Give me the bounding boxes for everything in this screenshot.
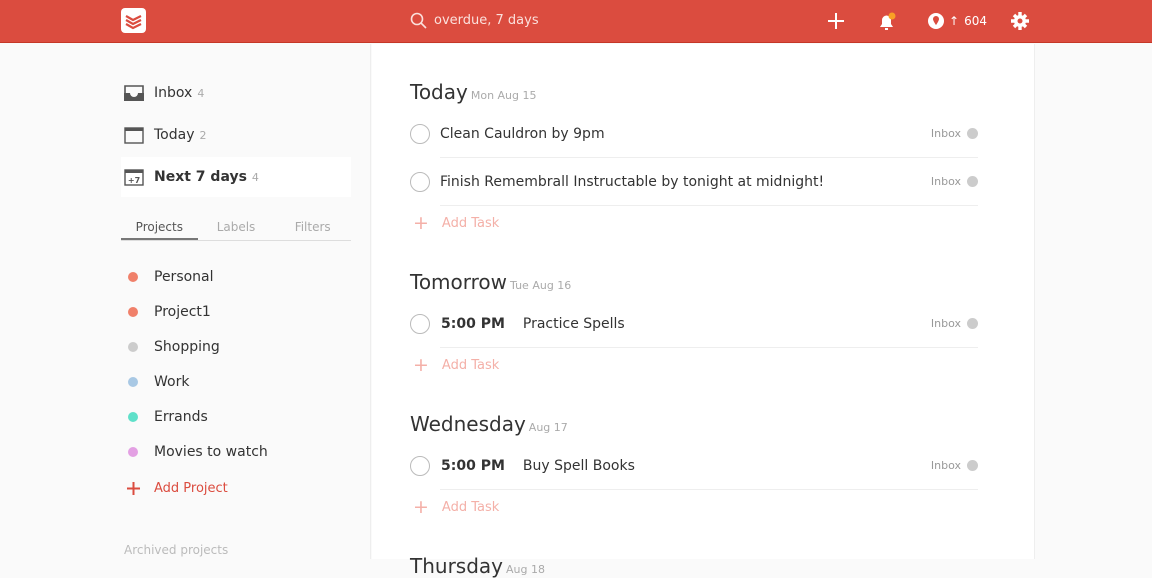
calendar-icon xyxy=(124,127,144,144)
search-input[interactable]: overdue, 7 days xyxy=(410,12,539,29)
nav-next-7-days[interactable]: +7 Next 7 days 4 xyxy=(121,157,351,197)
project-item[interactable]: Movies to watch xyxy=(128,444,268,460)
task-item[interactable]: Finish Remembrall Instructable by tonigh… xyxy=(410,158,978,206)
task-project[interactable]: Inbox xyxy=(931,459,961,472)
search-icon xyxy=(410,12,427,29)
calendar-plus7-icon: +7 xyxy=(124,169,144,186)
karma-button[interactable]: ↑ 604 xyxy=(928,13,987,29)
add-task-button[interactable]: + Add Task xyxy=(413,354,499,376)
project-name: Work xyxy=(154,374,190,390)
project-name: Project1 xyxy=(154,304,211,320)
app-logo[interactable] xyxy=(121,8,146,33)
main-content: Today Mon Aug 15 Clean Cauldron by 9pm Inbo… xyxy=(372,44,1035,578)
add-icon[interactable] xyxy=(827,12,845,30)
gear-icon[interactable] xyxy=(1011,12,1029,30)
tab-labels[interactable]: Labels xyxy=(198,220,275,240)
day-header: Wednesday Aug 17 xyxy=(410,412,568,436)
sidebar: Inbox 4 Today 2 +7 Next 7 days 4 Projects L… xyxy=(0,44,371,559)
bell-icon[interactable] xyxy=(877,12,897,32)
plus-icon xyxy=(127,482,140,495)
task-project[interactable]: Inbox xyxy=(931,127,961,140)
project-color-dot xyxy=(128,412,138,422)
project-item[interactable]: Personal xyxy=(128,269,214,285)
day-header: Tomorrow Tue Aug 16 xyxy=(410,270,572,294)
task-time: 5:00 PM xyxy=(441,315,505,332)
task-text: Finish Remembrall Instructable by tonigh… xyxy=(440,173,825,190)
plus-icon: + xyxy=(413,212,429,234)
inbox-icon xyxy=(124,85,144,101)
project-name: Personal xyxy=(154,269,214,285)
project-color-dot xyxy=(967,460,978,471)
project-color-dot xyxy=(128,447,138,457)
task-item[interactable]: Clean Cauldron by 9pm Inbox xyxy=(410,110,978,158)
svg-text:+7: +7 xyxy=(128,176,140,185)
task-item[interactable]: 5:00 PM Practice Spells Inbox xyxy=(410,300,978,348)
project-color-dot xyxy=(967,176,978,187)
project-item[interactable]: Errands xyxy=(128,409,208,425)
day-header: Today Mon Aug 15 xyxy=(410,80,537,104)
task-checkbox[interactable] xyxy=(410,124,430,144)
task-project[interactable]: Inbox xyxy=(931,175,961,188)
day-date: Mon Aug 15 xyxy=(470,89,537,102)
day-date: Aug 17 xyxy=(528,421,568,434)
day-header: Thursday Aug 18 xyxy=(410,554,545,578)
plus-icon: + xyxy=(413,496,429,518)
nav-inbox[interactable]: Inbox 4 xyxy=(121,73,351,113)
archived-projects-link[interactable]: Archived projects xyxy=(124,543,228,557)
task-text: Practice Spells xyxy=(522,315,625,332)
top-bar: overdue, 7 days ↑ 604 xyxy=(0,0,1152,43)
plus-icon: + xyxy=(413,354,429,376)
nav-today[interactable]: Today 2 xyxy=(121,115,351,155)
project-item[interactable]: Project1 xyxy=(128,304,211,320)
project-item[interactable]: Work xyxy=(128,374,189,390)
project-name: Errands xyxy=(154,409,208,425)
task-text: Clean Cauldron by 9pm xyxy=(440,125,605,142)
tab-projects[interactable]: Projects xyxy=(121,220,198,240)
task-time: 5:00 PM xyxy=(441,457,505,474)
task-checkbox[interactable] xyxy=(410,314,430,334)
project-name: Movies to watch xyxy=(154,444,268,460)
task-checkbox[interactable] xyxy=(410,172,430,192)
project-color-dot xyxy=(128,307,138,317)
task-text: Buy Spell Books xyxy=(522,457,635,474)
project-color-dot xyxy=(128,272,138,282)
add-task-button[interactable]: + Add Task xyxy=(413,212,499,234)
add-task-button[interactable]: + Add Task xyxy=(413,496,499,518)
project-color-dot xyxy=(967,318,978,329)
day-date: Aug 18 xyxy=(506,563,545,576)
karma-icon xyxy=(928,13,944,29)
task-checkbox[interactable] xyxy=(410,456,430,476)
project-color-dot xyxy=(128,377,138,387)
project-name: Shopping xyxy=(154,339,220,355)
sidebar-tabs: Projects Labels Filters xyxy=(121,220,351,241)
task-project[interactable]: Inbox xyxy=(931,317,961,330)
day-date: Tue Aug 16 xyxy=(510,279,572,292)
project-color-dot xyxy=(128,342,138,352)
task-item[interactable]: 5:00 PM Buy Spell Books Inbox xyxy=(410,442,978,490)
add-project-button[interactable]: Add Project xyxy=(127,481,228,496)
project-item[interactable]: Shopping xyxy=(128,339,220,355)
tab-filters[interactable]: Filters xyxy=(274,220,351,240)
karma-up-arrow: ↑ xyxy=(949,14,960,28)
project-color-dot xyxy=(967,128,978,139)
